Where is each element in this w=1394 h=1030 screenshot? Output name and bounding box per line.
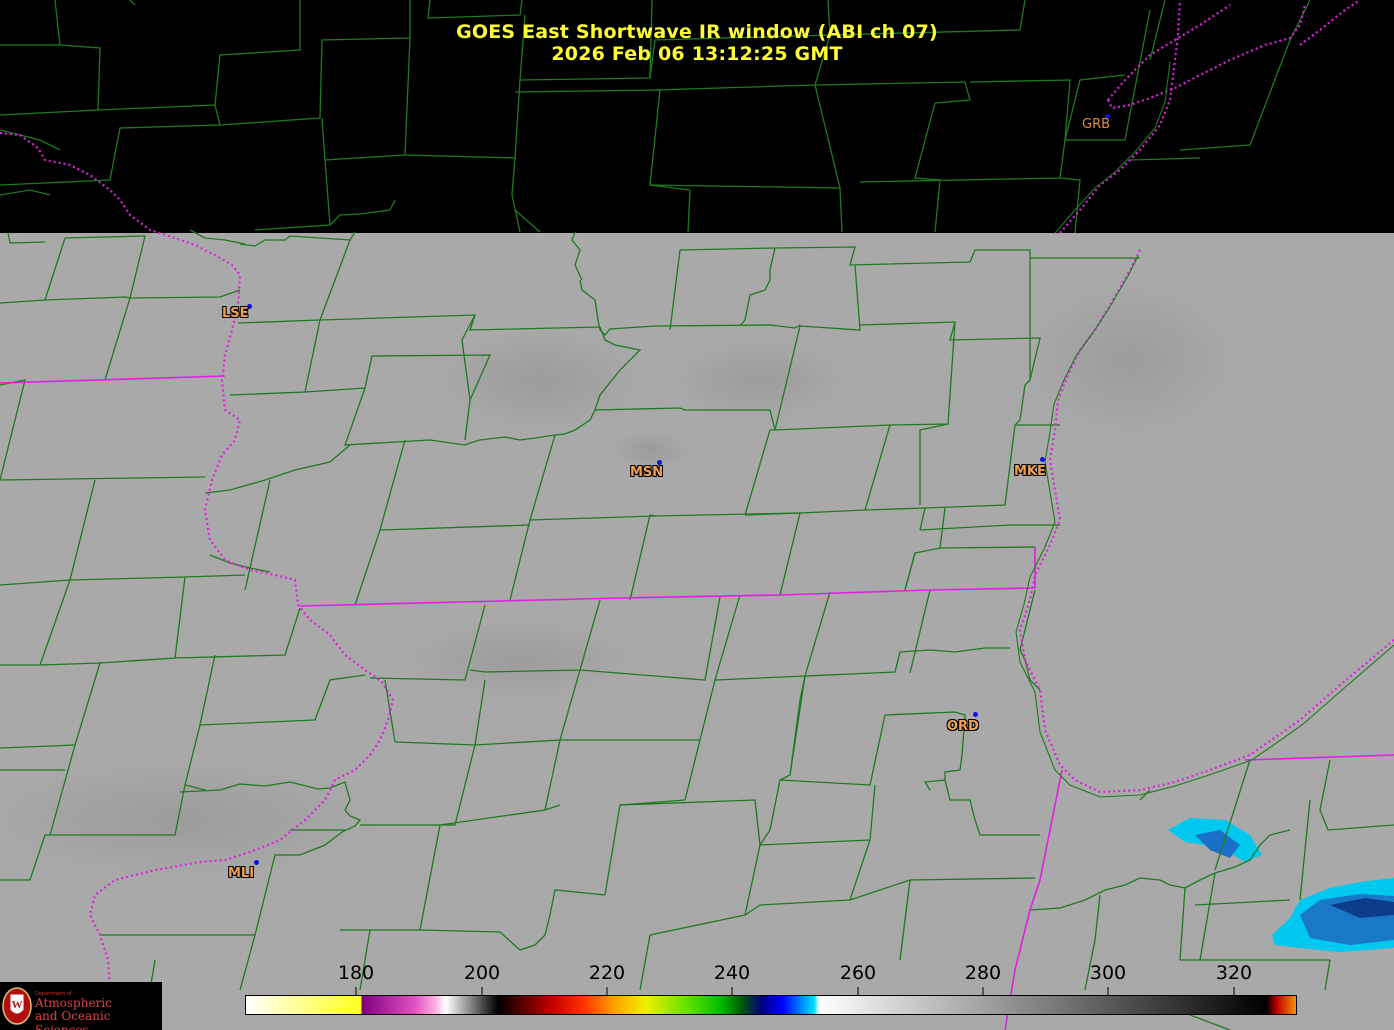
station-mke-label: MKE <box>1014 464 1046 479</box>
image-title: GOES East Shortwave IR window (ABI ch 07… <box>456 21 938 43</box>
svg-text:W: W <box>12 999 23 1011</box>
colorbar-tick-label: 260 <box>839 962 877 984</box>
map-overlay <box>0 0 1394 1030</box>
colorbar-tick-label: 180 <box>337 962 375 984</box>
station-mli-marker <box>254 860 259 865</box>
colorbar-tick-label: 300 <box>1089 962 1127 984</box>
colorbar-tick-label: 220 <box>588 962 626 984</box>
state-borders <box>0 375 1394 1030</box>
station-lse-label: LSE <box>222 306 249 321</box>
colorbar-ticks <box>355 987 1235 995</box>
station-mke-marker <box>1040 457 1045 462</box>
shore-outline <box>1015 61 1394 798</box>
station-grb-label: GRB <box>1082 117 1111 132</box>
temperature-colorbar <box>245 995 1297 1015</box>
colorbar-tick-label: 320 <box>1215 962 1253 984</box>
cold-cloud-patches <box>1168 818 1394 952</box>
colorbar-tick-label: 200 <box>463 962 501 984</box>
uw-crest-icon: W <box>2 987 32 1025</box>
satellite-map: GOES East Shortwave IR window (ABI ch 07… <box>0 0 1394 1030</box>
station-ord-marker <box>973 712 978 717</box>
colorbar-tick-label: 280 <box>964 962 1002 984</box>
uw-aos-logo: W Department of Atmospheric and Oceanic … <box>0 982 162 1030</box>
colorbar-tick-label: 240 <box>713 962 751 984</box>
logo-line1: Atmospheric <box>35 996 112 1010</box>
station-mli-label: MLI <box>228 866 255 881</box>
logo-line2: and Oceanic Sciences <box>35 1009 111 1030</box>
image-timestamp: 2026 Feb 06 13:12:25 GMT <box>551 43 843 65</box>
station-ord-label: ORD <box>947 719 979 734</box>
station-msn-label: MSN <box>630 465 664 480</box>
